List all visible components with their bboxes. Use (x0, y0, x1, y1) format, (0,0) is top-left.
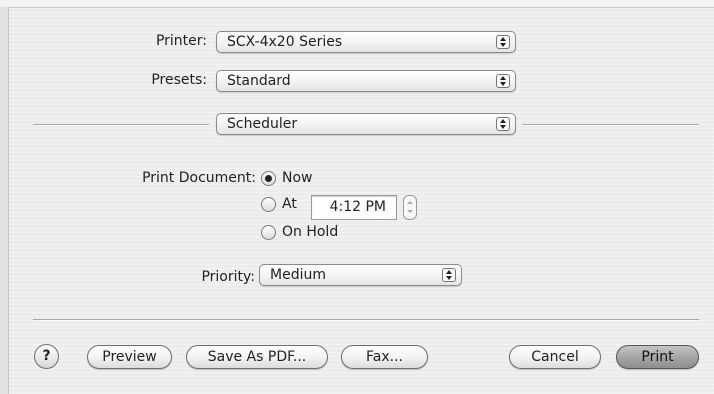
time-value: 4:12 PM (329, 199, 386, 215)
panel-popup[interactable]: Scheduler (216, 113, 516, 135)
radio-on-hold-label: On Hold (282, 224, 339, 240)
fax-button[interactable]: Fax... (341, 345, 428, 369)
separator-right (522, 124, 699, 126)
time-stepper[interactable] (403, 195, 417, 220)
radio-now[interactable] (261, 171, 276, 186)
popup-arrows-icon (442, 268, 456, 282)
popup-arrows-icon (496, 117, 510, 131)
presets-value: Standard (227, 73, 291, 89)
printer-popup[interactable]: SCX-4x20 Series (216, 31, 516, 53)
popup-arrows-icon (496, 35, 510, 49)
separator-left (33, 124, 209, 126)
radio-now-label: Now (282, 170, 313, 186)
help-button[interactable]: ? (34, 344, 59, 369)
cancel-button[interactable]: Cancel (509, 345, 601, 369)
save-as-pdf-button[interactable]: Save As PDF... (186, 345, 328, 369)
radio-at[interactable] (261, 197, 276, 212)
printer-label: Printer: (155, 33, 207, 49)
print-document-label: Print Document: (142, 170, 256, 186)
priority-label: Priority: (201, 269, 255, 285)
priority-popup[interactable]: Medium (259, 264, 462, 286)
radio-on-hold[interactable] (261, 225, 276, 240)
preview-button[interactable]: Preview (87, 345, 172, 369)
separator-bottom (33, 319, 699, 321)
presets-popup[interactable]: Standard (216, 70, 516, 92)
print-button[interactable]: Print (616, 345, 699, 369)
priority-value: Medium (270, 267, 326, 283)
radio-at-label: At (282, 196, 297, 212)
panel-value: Scheduler (227, 116, 298, 132)
presets-label: Presets: (151, 72, 207, 88)
popup-arrows-icon (496, 74, 510, 88)
printer-value: SCX-4x20 Series (227, 34, 343, 50)
time-field[interactable]: 4:12 PM (311, 195, 397, 220)
title-strip (0, 0, 714, 7)
